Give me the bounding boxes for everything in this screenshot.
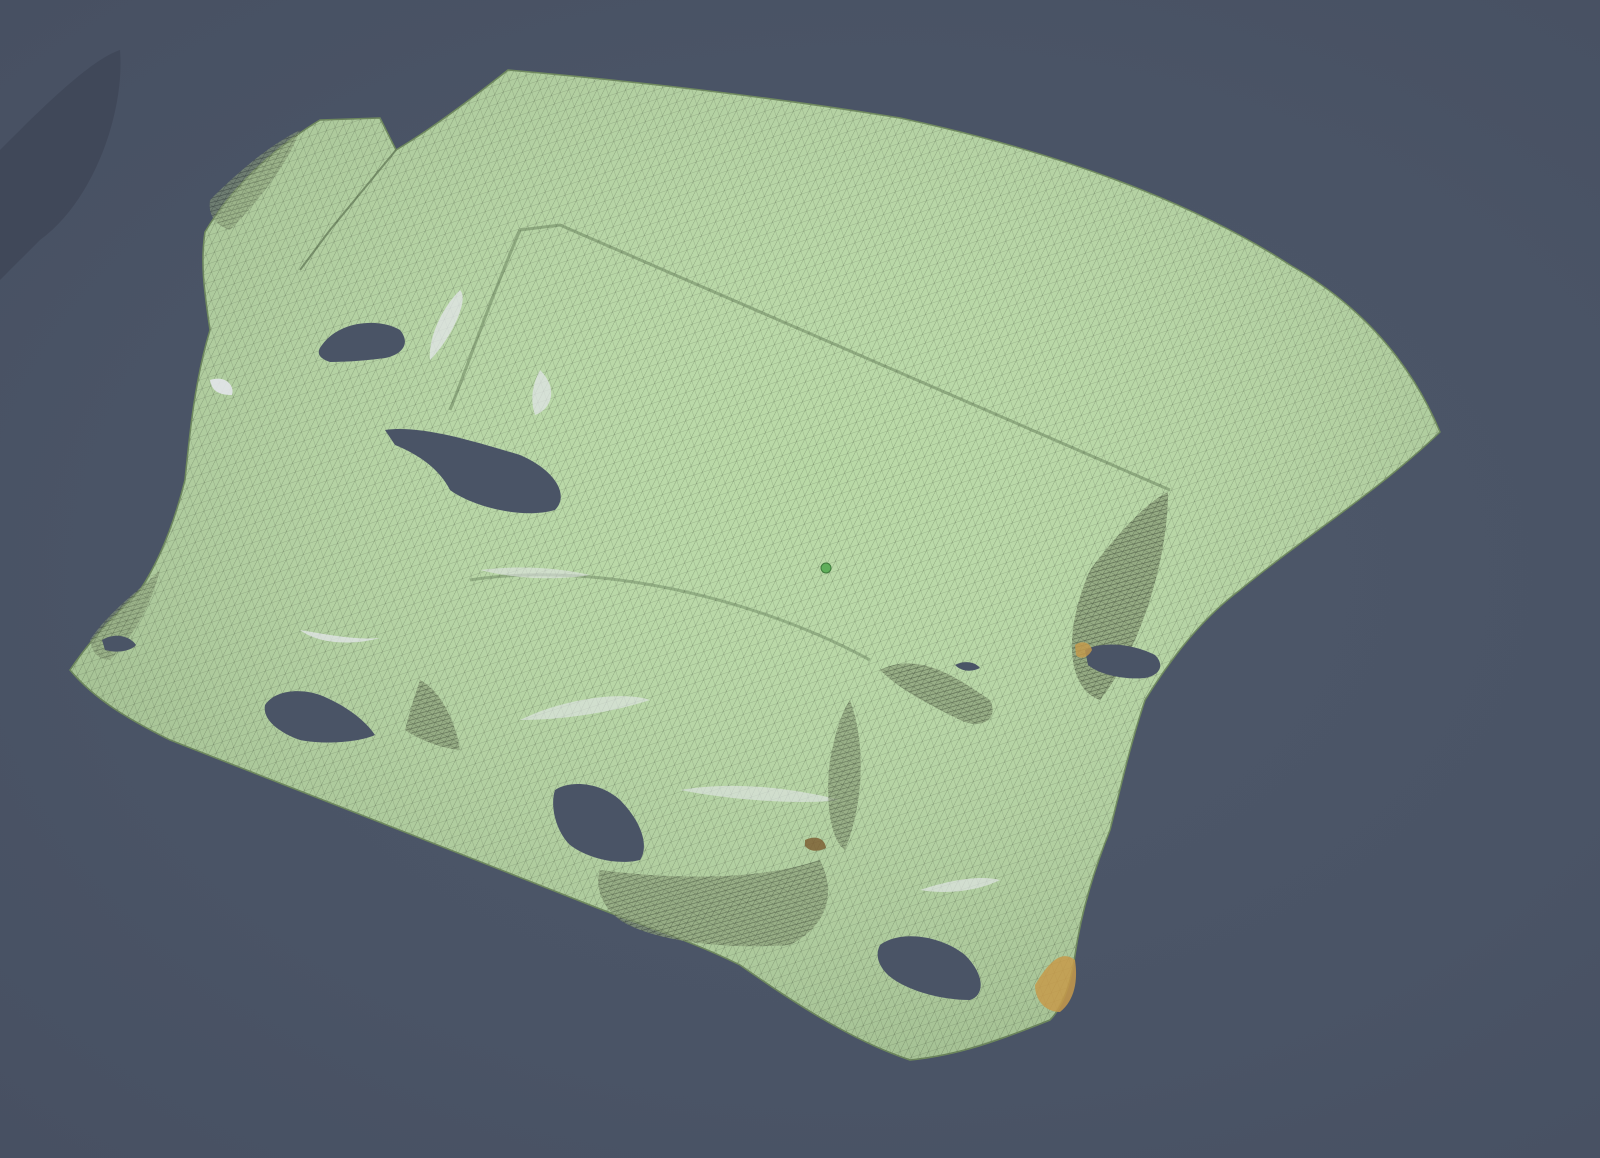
- mesh-part[interactable]: [69, 69, 1441, 1061]
- selected-vertex-marker[interactable]: [820, 562, 832, 574]
- background-shadow: [0, 50, 121, 280]
- 3d-viewport[interactable]: [0, 0, 1600, 1158]
- mesh-render[interactable]: [0, 0, 1600, 1158]
